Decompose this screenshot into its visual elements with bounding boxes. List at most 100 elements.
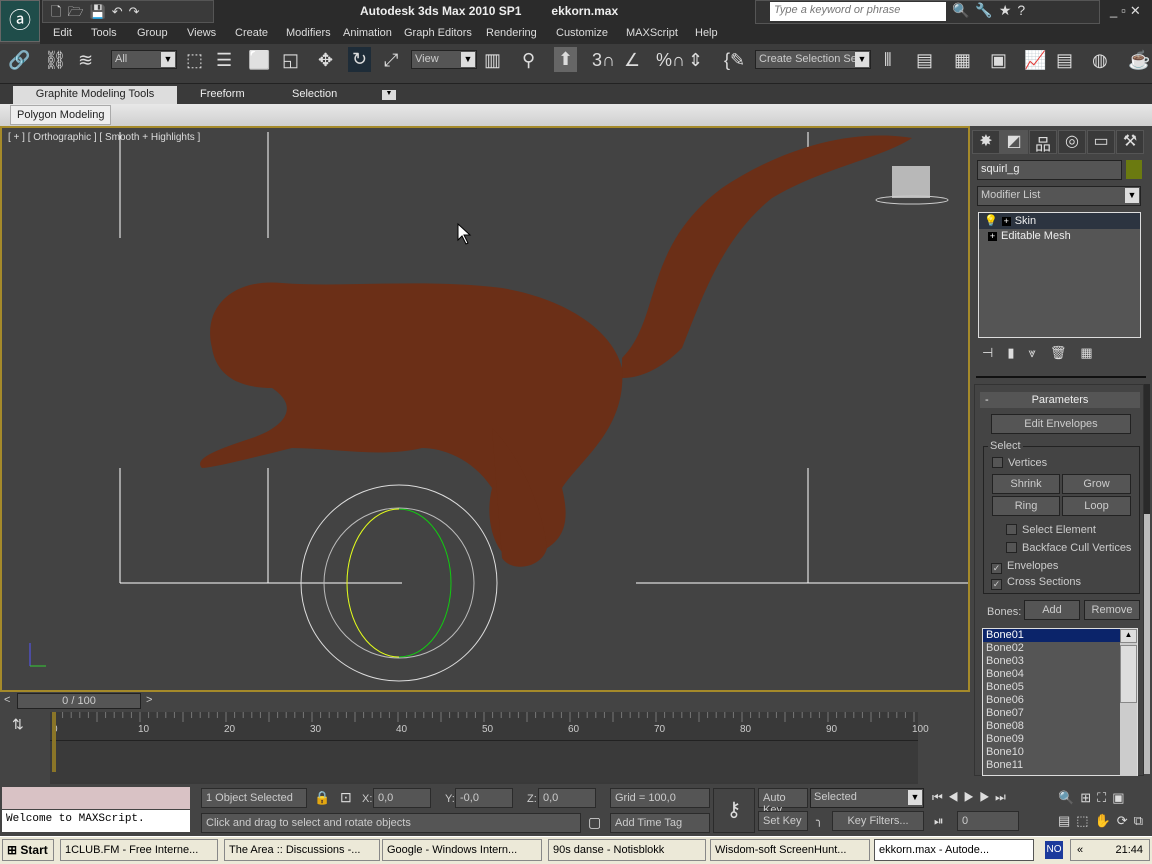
zoom-all-icon[interactable]: ⊞ (1080, 790, 1097, 805)
menu-graph-editors[interactable]: Graph Editors (404, 27, 472, 39)
default-tangent-icon[interactable]: ╮ (816, 814, 823, 827)
stack-item-editable-mesh[interactable]: + Editable Mesh (979, 229, 1140, 245)
zoom-icon[interactable]: 🔍 (1058, 790, 1080, 805)
taskbar-item[interactable]: The Area :: Discussions -... (224, 839, 380, 861)
bone-list-item[interactable]: Bone02 (983, 642, 1120, 655)
quick-access-toolbar[interactable]: 🗋🗁💾↶↷ (42, 0, 214, 23)
key-filters-button[interactable]: Key Filters... (832, 811, 924, 831)
motion-tab-icon[interactable]: ◎ (1058, 130, 1086, 154)
absolute-transform-icon[interactable]: ⊡ (340, 789, 352, 806)
manipulate-icon[interactable]: ⚲ (522, 50, 535, 71)
create-tab-icon[interactable]: ✸ (972, 130, 1000, 154)
bones-list[interactable]: Bone01 Bone02 Bone03 Bone04 Bone05 Bone06 Bone… (982, 628, 1138, 776)
menu-animation[interactable]: Animation (343, 27, 392, 39)
select-element-checkbox[interactable]: Select Element (1006, 524, 1096, 536)
viewport[interactable]: [ + ] [ Orthographic ] [ Smooth + Highli… (0, 126, 970, 692)
taskbar-item[interactable]: ekkorn.max - Autode... (874, 839, 1034, 861)
expand-icon[interactable]: + (1001, 217, 1011, 226)
lock-selection-icon[interactable]: 🔒 (314, 790, 330, 806)
command-panel-scrollbar[interactable] (1144, 384, 1150, 774)
schematic-view-icon[interactable]: ▤ (1056, 50, 1073, 71)
modify-tab-icon[interactable]: ◩ (1000, 130, 1028, 154)
bone-list-item[interactable]: Bone09 (983, 733, 1120, 746)
angle-snap-icon[interactable]: ∠ (624, 50, 640, 71)
envelopes-checkbox[interactable]: ✓ Envelopes (991, 560, 1058, 574)
orbit-icon[interactable]: ⟳ (1117, 813, 1134, 828)
rectangle-selection-icon[interactable]: ⬜ (248, 50, 270, 71)
percent-snap-icon[interactable]: %∩ (656, 50, 685, 71)
tab-freeform[interactable]: Freeform (190, 86, 255, 104)
tab-selection[interactable]: Selection (282, 86, 347, 104)
x-coordinate-field[interactable]: 0,0 (373, 788, 431, 808)
reference-coordinate-dropdown[interactable]: View ▼ (411, 50, 477, 69)
bone-list-item[interactable]: Bone10 (983, 746, 1120, 759)
zoom-extents-icon[interactable]: ⛶ (1097, 790, 1112, 805)
play-icon[interactable]: ▶ (964, 790, 980, 804)
taskbar-item[interactable]: 90s danse - Notisblokk (548, 839, 706, 861)
selection-filter-dropdown[interactable]: All ▼ (111, 50, 177, 69)
lightbulb-icon[interactable]: 💡 (984, 215, 998, 227)
bone-list-item[interactable]: Bone11 (983, 759, 1120, 772)
configure-modifier-sets-icon[interactable]: ▦ (1080, 345, 1106, 360)
z-coordinate-field[interactable]: 0,0 (538, 788, 596, 808)
bone-list-item[interactable]: Bone08 (983, 720, 1120, 733)
go-to-start-icon[interactable]: ⏮ (932, 790, 948, 804)
backface-cull-checkbox[interactable]: Backface Cull Vertices (1006, 542, 1131, 554)
modifier-list-dropdown[interactable]: Modifier List ▼ (977, 186, 1141, 206)
window-controls[interactable]: _▫✕ (1110, 3, 1145, 19)
layer-manager-icon[interactable]: ▦ (954, 50, 971, 71)
menu-views[interactable]: Views (187, 27, 216, 39)
taskbar-item[interactable]: Wisdom-soft ScreenHunt... (710, 839, 870, 861)
go-to-end-icon[interactable]: ⏭ (995, 790, 1011, 804)
render-setup-icon[interactable]: ☕ (1128, 50, 1150, 71)
bone-list-item[interactable]: Bone03 (983, 655, 1120, 668)
select-object-icon[interactable]: ⬚ (186, 50, 203, 71)
menu-customize[interactable]: Customize (556, 27, 608, 39)
current-frame-marker[interactable] (52, 712, 56, 772)
select-by-name-icon[interactable]: ☰ (216, 50, 232, 71)
shrink-button[interactable]: Shrink (992, 474, 1060, 494)
taskbar-item[interactable]: Google - Windows Intern... (382, 839, 542, 861)
bone-list-item[interactable]: Bone01 (983, 629, 1120, 642)
stack-item-skin[interactable]: 💡 + Skin (979, 213, 1140, 229)
rotate-icon[interactable]: ↻ (348, 47, 372, 72)
app-menu-button[interactable]: ⓐ (0, 0, 40, 42)
key-mode-dropdown[interactable]: Selected ▼ (810, 788, 924, 808)
scale-icon[interactable]: ⤢ (384, 50, 398, 71)
menu-help[interactable]: Help (695, 27, 718, 39)
mirror-icon[interactable]: ⫴ (884, 50, 892, 71)
ribbon-minimize-button[interactable]: ▼ (382, 90, 396, 100)
maxscript-listener-output[interactable]: Welcome to MAXScript. (2, 810, 190, 832)
menu-create[interactable]: Create (235, 27, 268, 39)
stack-tools[interactable]: ⊣▮⩔🗑▦ (982, 345, 1107, 361)
open-mini-curve-editor-icon[interactable]: ⇅ (12, 716, 24, 733)
edit-named-selection-icon[interactable]: {✎ (724, 50, 745, 71)
bone-list-item[interactable]: Bone04 (983, 668, 1120, 681)
object-name-field[interactable]: squirl_g (977, 160, 1122, 180)
bones-scrollbar[interactable]: ▲ (1120, 629, 1137, 776)
language-indicator[interactable]: NO (1045, 841, 1063, 859)
prev-frame-button[interactable]: < (4, 694, 10, 706)
set-key-button[interactable]: Set Key (758, 811, 808, 831)
loop-button[interactable]: Loop (1062, 496, 1131, 516)
bone-list-item[interactable]: Bone07 (983, 707, 1120, 720)
add-time-tag-button[interactable]: Add Time Tag (610, 813, 710, 833)
menu-group[interactable]: Group (137, 27, 168, 39)
bind-space-warp-icon[interactable]: ≋ (78, 50, 93, 71)
infocenter-icons[interactable]: 🔍🔧★? (952, 2, 1031, 19)
search-input[interactable]: Type a keyword or phrase (770, 2, 946, 21)
graphite-toggle-icon[interactable]: ▣ (990, 50, 1007, 71)
display-tab-icon[interactable]: ▭ (1087, 130, 1115, 154)
fov-icon[interactable]: ▤ (1058, 813, 1076, 828)
pan-icon[interactable]: ✋ (1095, 813, 1117, 828)
show-end-result-icon[interactable]: ▮ (1007, 345, 1028, 360)
pin-stack-icon[interactable]: ⊣ (982, 345, 1007, 360)
remove-modifier-icon[interactable]: 🗑 (1050, 345, 1081, 360)
window-crossing-icon[interactable]: ◱ (282, 50, 299, 71)
menu-modifiers[interactable]: Modifiers (286, 27, 331, 39)
playback-controls[interactable]: ⏮◀▶▶⏭ (932, 790, 1011, 805)
track-bar-keys-area[interactable] (50, 740, 918, 782)
tray-expand-icon[interactable]: « (1077, 844, 1083, 856)
align-icon[interactable]: ▤ (916, 50, 933, 71)
add-bone-button[interactable]: Add (1024, 600, 1080, 620)
